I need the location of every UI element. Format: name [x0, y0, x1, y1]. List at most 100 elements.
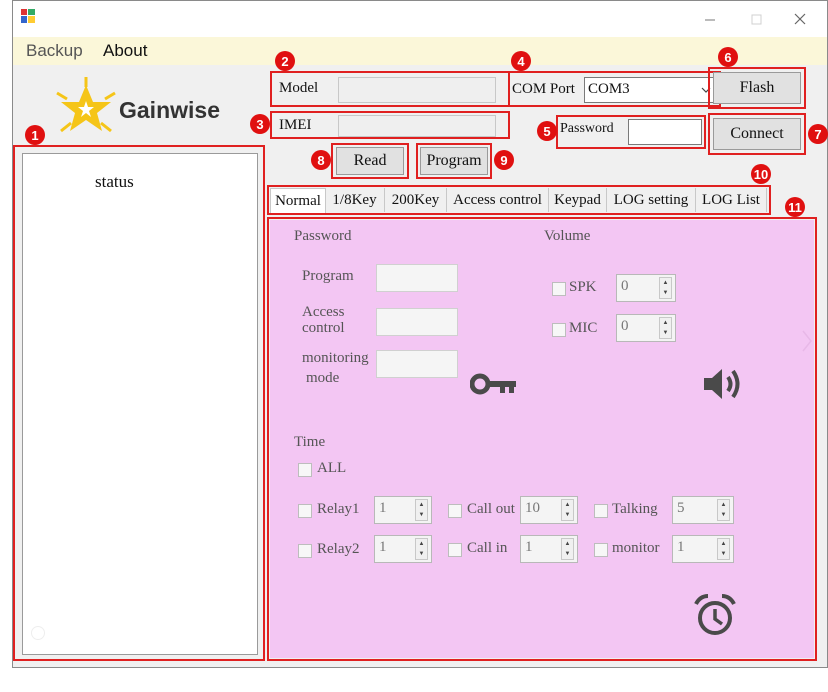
tab-strip: Normal 1/8Key 200Key Access control Keyp…: [270, 188, 768, 213]
password-field[interactable]: [628, 119, 702, 145]
all-label: ALL: [317, 460, 347, 476]
relay2-stepper[interactable]: 1 ▲ ▼: [374, 535, 432, 563]
tab-1-8key[interactable]: 1/8Key: [325, 188, 385, 212]
stepper-arrows-icon[interactable]: ▲ ▼: [415, 538, 428, 560]
tab-access-control[interactable]: Access control: [447, 188, 549, 212]
stepper-arrows-icon[interactable]: ▲ ▼: [561, 499, 574, 521]
call-in-label: Call in: [467, 540, 508, 556]
tab-200key[interactable]: 200Key: [385, 188, 447, 212]
status-panel: status 0_38_34_644: [22, 153, 406, 655]
logo: Gainwise: [51, 75, 231, 139]
stepper-arrows-icon[interactable]: ▲ ▼: [415, 499, 428, 521]
com-port-group: COM Port COM3: [508, 71, 721, 107]
tab-panel: Password Program Access control monitori…: [270, 220, 814, 658]
flash-button[interactable]: Flash: [713, 72, 801, 104]
monitor-stepper[interactable]: 1 ▲ ▼: [672, 535, 734, 563]
password-label: Password: [560, 121, 614, 136]
relay2-checkbox[interactable]: [298, 544, 312, 558]
model-group: Model: [270, 71, 510, 107]
relay1-label: Relay1: [317, 501, 360, 517]
call-out-stepper[interactable]: 10 ▲ ▼: [520, 496, 578, 524]
model-label: Model: [279, 80, 319, 96]
logo-text: Gainwise: [119, 97, 220, 123]
imei-field[interactable]: [338, 115, 496, 137]
access-control-password-field[interactable]: [376, 308, 458, 336]
mic-value: 0: [621, 318, 629, 334]
stepper-arrows-icon[interactable]: ▲ ▼: [659, 317, 672, 339]
badge-5: 5: [537, 121, 557, 141]
app-icon: [21, 9, 35, 23]
mic-checkbox[interactable]: [552, 323, 566, 337]
relay1-checkbox[interactable]: [298, 504, 312, 518]
status-circle-icon: [31, 626, 45, 640]
connect-button[interactable]: Connect: [713, 118, 801, 150]
spk-value: 0: [621, 278, 629, 294]
talking-label: Talking: [612, 501, 658, 517]
spk-stepper[interactable]: 0 ▲ ▼: [616, 274, 676, 302]
volume-section: Volume SPK 0 ▲ ▼ MIC 0 ▲ ▼: [532, 228, 752, 416]
tab-keypad[interactable]: Keypad: [549, 188, 607, 212]
com-port-label: COM Port: [512, 81, 575, 97]
time-section: Time ALL Relay1 1 ▲ ▼ Call out 10 ▲ ▼ Talk…: [284, 432, 754, 654]
talking-stepper[interactable]: 5 ▲ ▼: [672, 496, 734, 524]
chevron-right-icon[interactable]: [800, 328, 814, 354]
time-section-title: Time: [294, 434, 326, 450]
status-label: status: [95, 172, 134, 191]
menu-about[interactable]: About: [103, 41, 147, 61]
tab-log-list[interactable]: LOG List: [696, 188, 767, 212]
read-button[interactable]: Read: [336, 147, 404, 175]
monitor-label: monitor: [612, 540, 660, 556]
stepper-arrows-icon[interactable]: ▲ ▼: [561, 538, 574, 560]
menu-bar: Backup About: [13, 37, 827, 65]
program-pw-label: Program: [302, 268, 354, 284]
monitor-checkbox[interactable]: [594, 543, 608, 557]
call-out-value: 10: [525, 500, 540, 516]
badge-4: 4: [511, 51, 531, 71]
relay1-value: 1: [379, 500, 387, 516]
call-in-value: 1: [525, 539, 533, 555]
spk-label: SPK: [569, 279, 597, 295]
com-port-select[interactable]: COM3: [584, 77, 716, 103]
password-section: Password Program Access control monitori…: [284, 228, 526, 416]
call-out-checkbox[interactable]: [448, 504, 462, 518]
monitoring-password-field[interactable]: [376, 350, 458, 378]
talking-value: 5: [677, 500, 685, 516]
call-in-checkbox[interactable]: [448, 543, 462, 557]
monitor-value: 1: [677, 539, 685, 555]
stepper-arrows-icon[interactable]: ▲ ▼: [717, 538, 730, 560]
model-field[interactable]: [338, 77, 496, 103]
call-out-label: Call out: [467, 501, 515, 517]
menu-backup[interactable]: Backup: [26, 41, 83, 61]
talking-checkbox[interactable]: [594, 504, 608, 518]
badge-8: 8: [311, 150, 331, 170]
relay1-stepper[interactable]: 1 ▲ ▼: [374, 496, 432, 524]
badge-1: 1: [25, 125, 45, 145]
password-section-title: Password: [294, 228, 352, 244]
mic-stepper[interactable]: 0 ▲ ▼: [616, 314, 676, 342]
tab-normal[interactable]: Normal: [270, 188, 326, 213]
imei-label: IMEI: [279, 117, 312, 133]
key-icon: [470, 373, 516, 395]
monitoring-mode-label-line1: monitoring: [302, 350, 369, 366]
program-password-field[interactable]: [376, 264, 458, 292]
imei-group: IMEI: [270, 111, 510, 139]
stepper-arrows-icon[interactable]: ▲ ▼: [717, 499, 730, 521]
tab-log-setting[interactable]: LOG setting: [607, 188, 696, 212]
volume-section-title: Volume: [544, 228, 591, 244]
minimize-icon[interactable]: [701, 9, 721, 29]
stepper-arrows-icon[interactable]: ▲ ▼: [659, 277, 672, 299]
spk-checkbox[interactable]: [552, 282, 566, 296]
badge-3: 3: [250, 114, 270, 134]
app-window: Backup About Gainwise status 0_38_34_644…: [12, 0, 828, 668]
call-in-stepper[interactable]: 1 ▲ ▼: [520, 535, 578, 563]
com-port-value: COM3: [588, 81, 630, 97]
mic-label: MIC: [569, 320, 598, 336]
title-bar: [13, 1, 827, 37]
badge-10: 10: [751, 164, 771, 184]
program-button[interactable]: Program: [420, 147, 488, 175]
all-checkbox[interactable]: [298, 463, 312, 477]
close-icon[interactable]: [790, 9, 810, 29]
maximize-icon[interactable]: [747, 9, 767, 29]
password-group: Password: [556, 115, 706, 149]
badge-6: 6: [718, 47, 738, 67]
